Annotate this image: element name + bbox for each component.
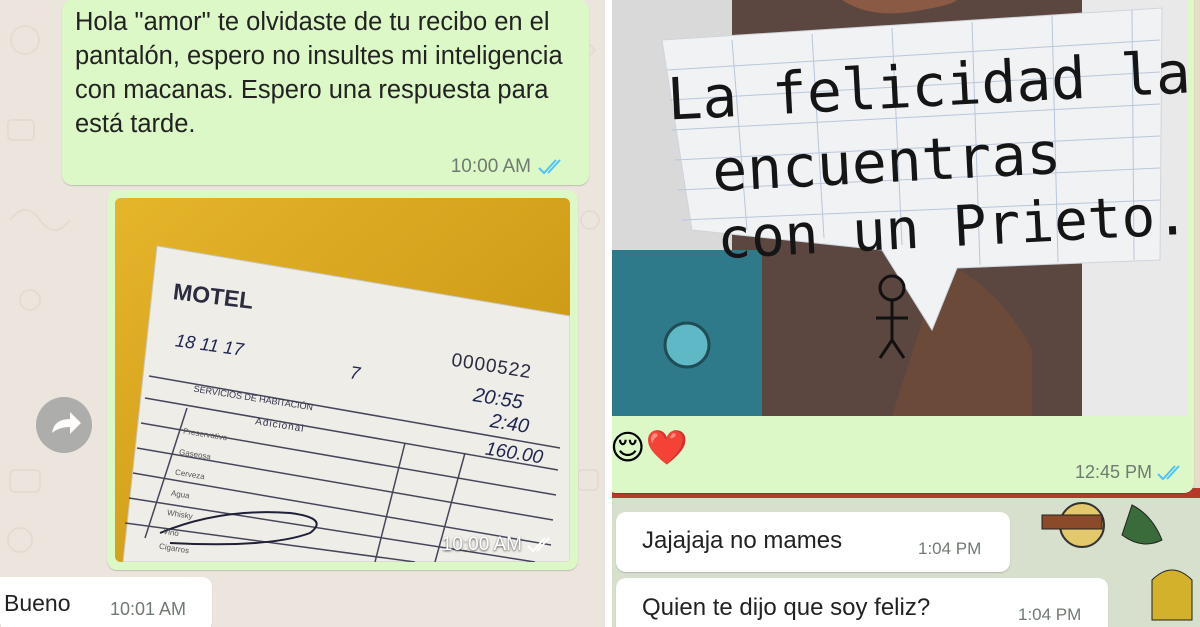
incoming-message-bubble[interactable]: Quien te dijo que soy feliz? 1:04 PM [616,578,1108,627]
photo-time: 12:45 PM [1074,462,1152,482]
incoming-message-bubble[interactable]: Jajajaja no mames 1:04 PM [616,512,1010,572]
outgoing-message-bubble[interactable]: Hola "amor" te olvidaste de tu recibo en… [62,0,589,185]
double-check-icon [538,159,561,175]
message-time: 10:00 AM [450,156,531,177]
message-text: Jajajaja no mames [642,527,843,554]
message-text: Quien te dijo que soy feliz? [642,594,931,621]
sign-photo[interactable]: La felicidad la encuentras con un Prieto… [612,0,1188,416]
message-time: 10:01 AM [110,599,187,619]
receipt-photo[interactable]: MOTEL 0000522 18 11 17 7 20:55 2:40 160.… [115,198,570,562]
forward-button[interactable] [36,397,92,453]
emoji-text: 😌❤️ [612,429,688,467]
message-text: Hola "amor" te olvidaste de tu recibo en… [75,8,563,138]
photo-time: 10:00 AM [441,534,522,555]
outgoing-photo-message[interactable]: MOTEL 0000522 18 11 17 7 20:55 2:40 160.… [107,190,578,570]
double-check-icon [1157,465,1180,481]
outgoing-photo-message[interactable]: La felicidad la encuentras con un Prieto… [612,0,1194,493]
message-time: 1:04 PM [1018,605,1082,624]
left-chat-screenshot: Hola "amor" te olvidaste de tu recibo en… [0,0,605,627]
incoming-message-bubble[interactable]: Bueno 10:01 AM [0,577,212,627]
receipt-paper [115,198,570,562]
double-check-icon [527,537,550,553]
message-time: 1:04 PM [918,539,982,558]
panel-divider [605,0,612,627]
message-text: Bueno [4,590,71,616]
forward-icon [52,412,81,434]
right-chat-screenshot: La felicidad la encuentras con un Prieto… [612,0,1200,627]
